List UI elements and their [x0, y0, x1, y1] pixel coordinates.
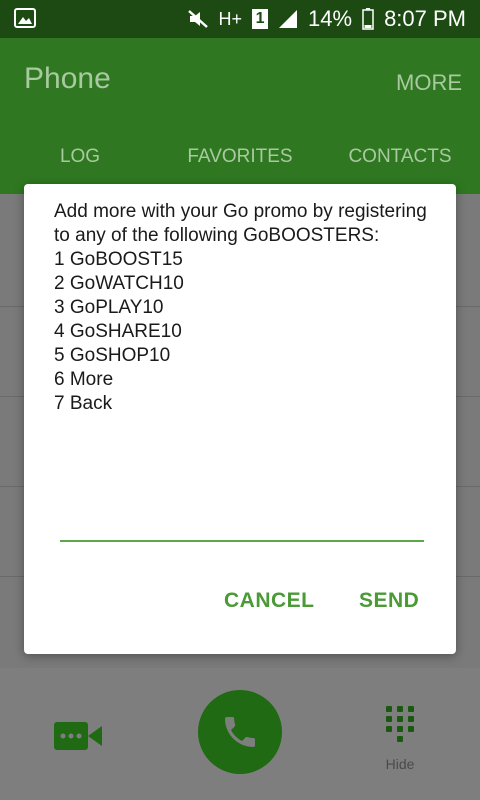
- keypad-toggle[interactable]: [376, 704, 424, 764]
- gallery-icon: [14, 8, 36, 28]
- status-icons: H+ 1 14% 8:07 PM: [187, 0, 466, 38]
- ussd-dialog: Add more with your Go promo by registeri…: [24, 184, 456, 654]
- bottom-bar: Hide: [0, 668, 480, 800]
- cancel-button[interactable]: CANCEL: [224, 589, 315, 613]
- sim-number: 1: [255, 10, 265, 27]
- more-button[interactable]: MORE: [396, 70, 462, 96]
- call-button[interactable]: [198, 690, 282, 774]
- mute-icon: [187, 10, 208, 28]
- app-bar: Phone MORE LOG FAVORITES CONTACTS: [0, 38, 480, 194]
- tab-favorites[interactable]: FAVORITES: [160, 146, 320, 172]
- clock: 8:07 PM: [384, 6, 466, 31]
- reply-input[interactable]: [60, 502, 424, 542]
- network-type: H+: [218, 8, 243, 29]
- video-call-icon[interactable]: [52, 720, 104, 752]
- tab-log[interactable]: LOG: [0, 146, 160, 172]
- page-title: Phone: [24, 62, 111, 95]
- sim-indicator: 1: [252, 9, 269, 29]
- dialog-message: Add more with your Go promo by registeri…: [54, 201, 427, 414]
- battery-percent: 14%: [308, 6, 353, 31]
- keypad-label: Hide: [385, 756, 415, 772]
- phone-icon: [225, 717, 255, 747]
- send-button[interactable]: SEND: [359, 589, 419, 613]
- tab-contacts[interactable]: CONTACTS: [320, 146, 480, 172]
- status-bar: H+ 1 14% 8:07 PM: [0, 0, 480, 38]
- tab-bar: LOG FAVORITES CONTACTS: [0, 146, 480, 172]
- battery-icon: [362, 8, 374, 30]
- signal-icon: [279, 10, 298, 28]
- keypad-icon: [386, 706, 414, 742]
